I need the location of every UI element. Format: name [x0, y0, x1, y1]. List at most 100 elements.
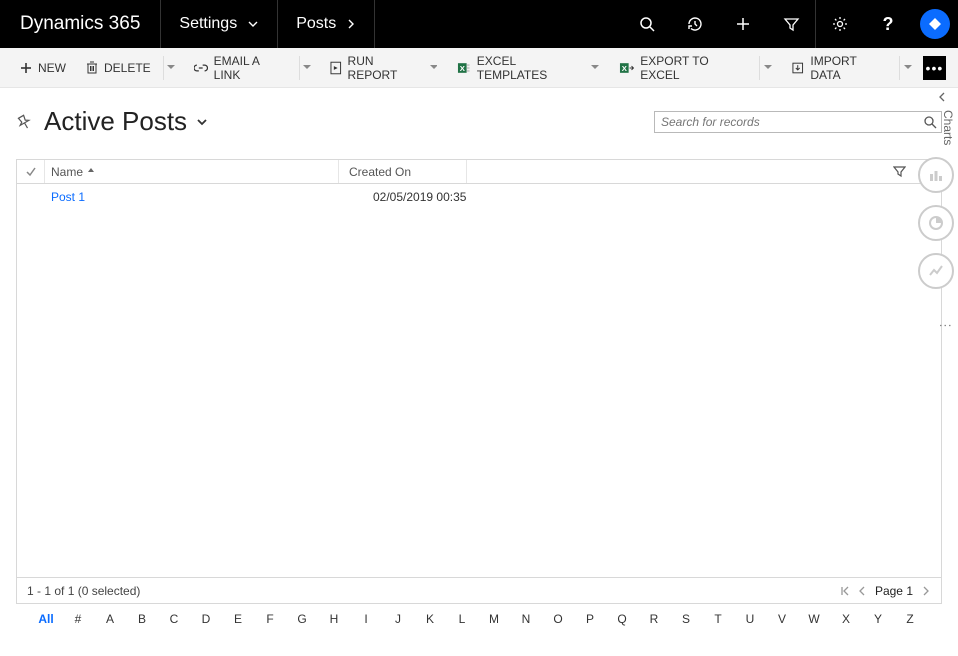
check-icon — [25, 166, 37, 178]
pin-button[interactable] — [16, 114, 32, 130]
help-button[interactable]: ? — [864, 0, 912, 48]
alpha-letter[interactable]: A — [94, 612, 126, 626]
chart-bar-button[interactable] — [918, 157, 954, 193]
alpha-letter[interactable]: G — [286, 612, 318, 626]
alpha-letter[interactable]: U — [734, 612, 766, 626]
chart-line-button[interactable] — [918, 253, 954, 289]
pie-chart-icon — [928, 215, 944, 231]
svg-text:X: X — [460, 63, 466, 72]
prev-page-icon[interactable] — [857, 585, 867, 597]
new-global-button[interactable] — [719, 0, 767, 48]
funnel-icon — [783, 16, 800, 33]
alpha-letter[interactable]: K — [414, 612, 446, 626]
line-chart-icon — [928, 263, 944, 279]
select-all-checkbox[interactable] — [17, 160, 45, 183]
column-header-created[interactable]: Created On — [339, 160, 467, 183]
cmd-import-data-label: IMPORT DATA — [810, 54, 887, 82]
alpha-letter[interactable]: Z — [894, 612, 926, 626]
cmd-export-excel[interactable]: X EXPORT TO EXCEL — [611, 54, 756, 82]
pin-icon — [16, 114, 32, 130]
alpha-letter[interactable]: O — [542, 612, 574, 626]
alpha-all[interactable]: All — [30, 612, 62, 626]
alpha-letter[interactable]: I — [350, 612, 382, 626]
search-icon[interactable] — [923, 115, 937, 129]
search-input[interactable] — [661, 115, 923, 129]
cmd-email-link-label: EMAIL A LINK — [214, 54, 287, 82]
next-page-icon[interactable] — [921, 585, 931, 597]
cmd-new[interactable]: NEW — [12, 54, 74, 82]
recent-button[interactable] — [671, 0, 719, 48]
search-button[interactable] — [623, 0, 671, 48]
search-box[interactable] — [654, 111, 942, 133]
view-selector[interactable]: Active Posts — [44, 106, 209, 137]
svg-text:X: X — [622, 63, 628, 72]
plus-icon — [20, 62, 32, 74]
excel-export-icon: X — [619, 61, 634, 75]
cmd-overflow[interactable]: ••• — [923, 56, 946, 80]
chart-pie-button[interactable] — [918, 205, 954, 241]
chevron-left-icon — [938, 92, 946, 102]
alpha-letter[interactable]: F — [254, 612, 286, 626]
caret-down-icon — [303, 65, 311, 70]
alpha-letter[interactable]: E — [222, 612, 254, 626]
cmd-import-data[interactable]: IMPORT DATA — [783, 54, 895, 82]
alpha-letter[interactable]: # — [62, 612, 94, 626]
row-name-link[interactable]: Post 1 — [45, 190, 339, 204]
alpha-letter[interactable]: N — [510, 612, 542, 626]
cmd-export-excel-dropdown[interactable] — [759, 56, 774, 80]
cmd-run-report[interactable]: RUN REPORT — [322, 54, 445, 82]
caret-down-icon — [167, 65, 175, 70]
grid: Name Created On Post 1 02/05/2019 00:35 … — [16, 159, 942, 604]
nav-entity[interactable]: Posts — [278, 0, 375, 48]
collapse-charts-button[interactable] — [938, 88, 958, 102]
trash-icon — [86, 61, 98, 74]
charts-pane-label[interactable]: Charts — [941, 110, 955, 145]
alpha-letter[interactable]: B — [126, 612, 158, 626]
alpha-letter[interactable]: L — [446, 612, 478, 626]
alpha-letter[interactable]: W — [798, 612, 830, 626]
command-bar: NEW DELETE EMAIL A LINK RUN REPORT X EXC… — [0, 48, 958, 88]
alpha-letter[interactable]: T — [702, 612, 734, 626]
sort-asc-icon — [87, 167, 95, 177]
first-page-icon[interactable] — [839, 585, 851, 597]
column-name-label: Name — [51, 165, 83, 179]
brand-label[interactable]: Dynamics 365 — [0, 0, 161, 48]
cmd-import-data-dropdown[interactable] — [899, 56, 914, 80]
alpha-letter[interactable]: J — [382, 612, 414, 626]
cmd-export-excel-label: EXPORT TO EXCEL — [640, 54, 747, 82]
alpha-letter[interactable]: C — [158, 612, 190, 626]
user-avatar[interactable] — [920, 9, 950, 39]
alpha-letter[interactable]: X — [830, 612, 862, 626]
alpha-letter[interactable]: Y — [862, 612, 894, 626]
cmd-excel-templates-label: EXCEL TEMPLATES — [477, 54, 585, 82]
filter-icon[interactable] — [893, 165, 906, 178]
alpha-letter[interactable]: H — [318, 612, 350, 626]
alpha-letter[interactable]: D — [190, 612, 222, 626]
cmd-excel-templates[interactable]: X EXCEL TEMPLATES — [449, 54, 606, 82]
history-icon — [686, 15, 704, 33]
chevron-right-icon — [346, 19, 356, 29]
alpha-letter[interactable]: V — [766, 612, 798, 626]
settings-button[interactable] — [816, 0, 864, 48]
grid-header: Name Created On — [17, 160, 941, 184]
alpha-letter[interactable]: M — [478, 612, 510, 626]
alpha-letter[interactable]: P — [574, 612, 606, 626]
alpha-letter[interactable]: Q — [606, 612, 638, 626]
table-row[interactable]: Post 1 02/05/2019 00:35 — [17, 184, 941, 210]
cmd-delete-dropdown[interactable] — [163, 56, 178, 80]
alpha-letter[interactable]: S — [670, 612, 702, 626]
cmd-email-link-dropdown[interactable] — [299, 56, 314, 80]
alpha-letter[interactable]: R — [638, 612, 670, 626]
record-count-status: 1 - 1 of 1 (0 selected) — [27, 584, 140, 598]
bar-chart-icon — [928, 167, 944, 183]
nav-area[interactable]: Settings — [161, 0, 278, 48]
report-icon — [330, 61, 342, 75]
side-rail-more[interactable]: ⋮ — [938, 319, 953, 332]
page-label: Page 1 — [875, 584, 913, 598]
alpha-filter: All # A B C D E F G H I J K L M N O P Q … — [0, 604, 958, 634]
column-header-name[interactable]: Name — [45, 160, 339, 183]
cmd-delete-label: DELETE — [104, 61, 151, 75]
advanced-find-button[interactable] — [767, 0, 815, 48]
cmd-delete[interactable]: DELETE — [78, 54, 159, 82]
cmd-email-link[interactable]: EMAIL A LINK — [186, 54, 294, 82]
